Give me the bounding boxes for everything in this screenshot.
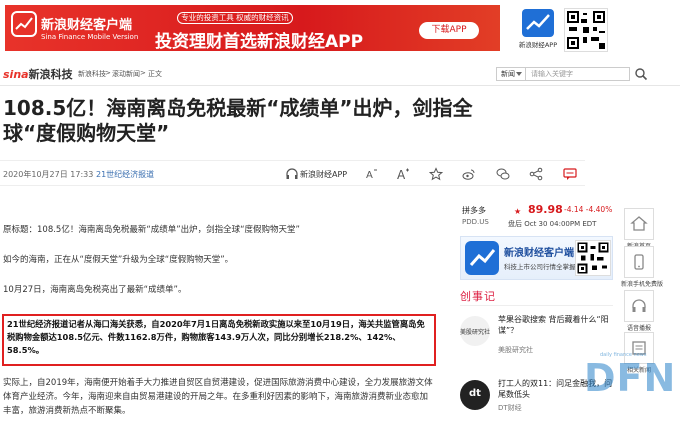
qr-code-icon — [564, 8, 608, 52]
font-decrease-button[interactable]: A — [364, 166, 378, 182]
stock-change-pct: -4.40% — [585, 205, 613, 214]
search-icon — [635, 68, 648, 81]
side-tool-box — [624, 246, 654, 278]
sina-finance-logo-icon — [11, 11, 37, 37]
search-category-select[interactable]: 新闻 — [496, 67, 526, 81]
stock-code: PDD.US — [462, 218, 489, 226]
share-icon — [529, 167, 543, 181]
chuangshiji-section-header: 创事记 — [460, 288, 613, 306]
search-input[interactable]: 请输入关键字 — [526, 67, 630, 81]
app-download-banner[interactable]: 新浪财经客户端 Sina Finance Mobile Version 专业的投… — [5, 5, 500, 52]
banner-brand-en: Sina Finance Mobile Version — [41, 33, 139, 41]
sina-finance-app-promo[interactable]: 新浪财经APP — [516, 9, 560, 51]
wechat-icon — [496, 168, 510, 180]
side-tool-label: 新浪手机免费版 — [621, 281, 664, 288]
chuangshiji-item-title[interactable]: 苹果谷歌搜索 背后藏着什么“阳谋”？ — [498, 314, 613, 336]
search-button[interactable] — [634, 66, 648, 81]
side-tool-label: 语音播报 — [626, 325, 651, 332]
article-paragraph: 原标题：108.5亿！海南离岛免税最新“成绩单”出炉，剑指全球“度假购物天堂” — [3, 225, 300, 235]
chevron-down-icon — [516, 72, 522, 76]
headphones-button[interactable] — [285, 166, 299, 182]
avatar-label: 美股研究社 — [460, 329, 491, 336]
side-tool-home[interactable]: 新浪首页 — [621, 208, 657, 250]
phone-icon — [634, 254, 644, 270]
article-title: 108.5亿！海南离岛免税最新“成绩单”出炉，剑指全球“度假购物天堂” — [3, 96, 473, 145]
breadcrumb-item-tech[interactable]: 新浪科技 — [78, 69, 106, 79]
qr-code-icon — [575, 240, 611, 276]
meta-app-label[interactable]: 新浪财经APP — [300, 169, 347, 180]
sina-finance-app-icon — [465, 241, 499, 275]
dfn-watermark: DFN — [584, 356, 677, 400]
weibo-icon — [462, 169, 475, 180]
svg-text:A: A — [397, 168, 406, 181]
star-icon — [428, 167, 444, 181]
chuangshiji-heading[interactable]: 创事记 — [460, 288, 496, 304]
banner-tagline-small: 专业的投资工具 权威的财经资讯 — [177, 12, 293, 24]
share-button[interactable] — [529, 166, 543, 182]
chuangshiji-item-source: DT财经 — [498, 404, 522, 412]
article-source-link[interactable]: 21世纪经济报道 — [96, 169, 154, 180]
side-tool-mobile[interactable]: 新浪手机免费版 — [621, 246, 664, 288]
stock-name: 拼多多 — [462, 206, 486, 215]
download-app-button[interactable]: 下载APP — [419, 22, 479, 39]
breadcrumb-separator: > — [105, 69, 111, 77]
author-avatar: 美股研究社 — [460, 316, 490, 346]
home-icon — [630, 216, 648, 231]
top-nav: sina新浪科技 新浪科技 > 滚动新闻 > 正文 新闻 请输入关键字 — [0, 60, 680, 86]
headphones-icon — [286, 168, 298, 179]
banner-brand-cn: 新浪财经客户端 — [41, 18, 133, 33]
article-paragraph: 如今的海南，正在从“度假天堂”升级为全球“度假购物天堂”。 — [3, 255, 234, 265]
search-category-value: 新闻 — [501, 70, 515, 78]
headphones-icon — [632, 299, 646, 312]
avatar-label: dt — [469, 388, 481, 399]
breadcrumb-item-rolling[interactable]: 滚动新闻 — [112, 69, 140, 79]
stock-change-value: -4.14 — [564, 205, 584, 214]
svg-text:A: A — [366, 170, 373, 181]
weibo-share-button[interactable] — [462, 166, 476, 182]
sina-finance-app-icon — [522, 9, 554, 37]
chuangshiji-item-source: 美股研究社 — [498, 346, 533, 354]
article-paragraph: 实际上，自2019年，海南便开始着手大力推进自贸区自贸港建设，促进国际旅游消费中… — [3, 378, 433, 416]
favorite-button[interactable] — [428, 166, 444, 182]
side-tool-box — [624, 290, 654, 322]
side-tool-audio[interactable]: 语音播报 — [621, 290, 657, 332]
comment-icon — [563, 168, 577, 180]
chuangshiji-item[interactable]: 美股研究社 苹果谷歌搜索 背后藏着什么“阳谋”？ 美股研究社 — [460, 312, 613, 360]
font-size-large-icon: A — [397, 168, 409, 182]
banner-tagline-big: 投资理财首选新浪财经APP — [155, 32, 364, 52]
author-avatar: dt — [460, 380, 490, 410]
highlighted-paragraph-box: 21世纪经济报道记者从海口海关获悉，自2020年7月1日离岛免税新政实施以来至1… — [2, 314, 436, 366]
sina-logo-text: 新浪科技 — [28, 68, 73, 81]
highlighted-paragraph: 21世纪经济报道记者从海口海关获悉，自2020年7月1日离岛免税新政实施以来至1… — [7, 319, 425, 355]
side-tool-box — [624, 208, 654, 240]
font-increase-button[interactable]: A — [396, 166, 410, 182]
stock-price: 89.98 — [528, 203, 563, 216]
appcard-subtitle: 科技上市公司行情全掌握 — [504, 263, 576, 271]
breadcrumb-item-article: 正文 — [148, 70, 162, 78]
sina-logo-mark: sina — [3, 68, 29, 81]
font-size-icon: A — [366, 169, 377, 181]
publish-date: 2020年10月27日 17:33 — [3, 170, 94, 179]
article-meta-bar: 2020年10月27日 17:33 21世纪经济报道 新浪财经APP A A — [0, 160, 585, 186]
follow-star-icon[interactable]: ★ — [514, 207, 521, 216]
wechat-share-button[interactable] — [496, 166, 510, 182]
sina-tech-logo[interactable]: sina新浪科技 — [3, 66, 73, 82]
stock-quote-widget[interactable]: 拼多多 ★ PDD.US 89.98 -4.14 -4.40% 盘后 Oct 3… — [462, 203, 612, 235]
page: 新浪财经客户端 Sina Finance Mobile Version 专业的投… — [0, 0, 680, 424]
breadcrumb-separator: > — [140, 69, 146, 77]
comment-button[interactable] — [563, 166, 577, 182]
stock-time: 盘后 Oct 30 04:00PM EDT — [508, 220, 597, 228]
stock-change: -4.14 -4.40% — [564, 205, 612, 214]
article-paragraph: 10月27日，海南离岛免税亮出了最新“成绩单”。 — [3, 285, 187, 295]
app-promo-label: 新浪财经APP — [518, 41, 558, 49]
appcard-title: 新浪财经客户端 — [504, 248, 574, 259]
